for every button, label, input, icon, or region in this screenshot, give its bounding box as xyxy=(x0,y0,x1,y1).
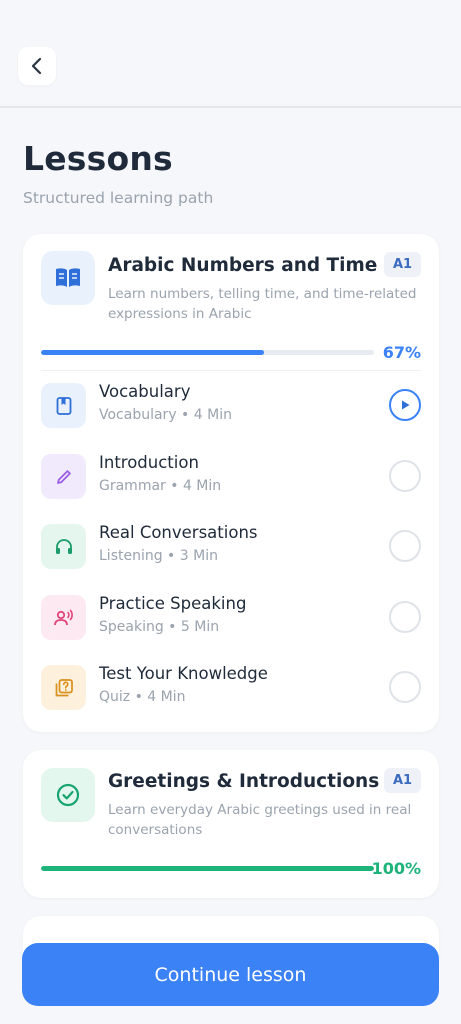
step-title: Real Conversations xyxy=(99,523,258,542)
step-icon-container xyxy=(41,665,86,710)
progress-percent: 67% xyxy=(382,343,421,362)
chevron-left-icon xyxy=(31,57,42,75)
progress-percent: 100% xyxy=(371,859,421,878)
step-icon-container xyxy=(41,454,86,499)
check-circle-icon xyxy=(56,783,80,807)
step-meta: Vocabulary • 4 Min xyxy=(99,407,232,423)
play-button[interactable] xyxy=(389,389,421,421)
speaking-person-icon xyxy=(53,609,73,625)
play-icon xyxy=(402,400,410,410)
progress-bar xyxy=(41,350,374,355)
progress-bar xyxy=(41,866,374,871)
lesson-title: Arabic Numbers and Time xyxy=(108,255,378,276)
lesson-description: Learn numbers, telling time, and time-re… xyxy=(108,286,417,322)
lesson-icon-container xyxy=(41,768,95,822)
step-test-your-knowledge[interactable]: Test Your Knowledge Quiz • 4 Min xyxy=(23,662,439,722)
book-icon xyxy=(56,396,71,415)
page-title: Lessons xyxy=(23,139,173,178)
level-badge: A1 xyxy=(384,252,421,277)
lesson-card-arabic-numbers[interactable]: Arabic Numbers and Time A1 Learn numbers… xyxy=(23,234,439,732)
step-title: Vocabulary xyxy=(99,382,191,401)
step-meta: Quiz • 4 Min xyxy=(99,689,186,705)
top-bar xyxy=(0,0,461,108)
step-introduction[interactable]: Introduction Grammar • 4 Min xyxy=(23,451,439,511)
status-circle[interactable] xyxy=(389,671,421,703)
step-practice-speaking[interactable]: Practice Speaking Speaking • 5 Min xyxy=(23,592,439,652)
level-badge: A1 xyxy=(384,768,421,793)
lesson-icon-container xyxy=(41,251,95,305)
lesson-title: Greetings & Introductions xyxy=(108,771,380,792)
status-circle[interactable] xyxy=(389,460,421,492)
step-title: Practice Speaking xyxy=(99,594,247,613)
step-icon-container xyxy=(41,524,86,569)
pencil-icon xyxy=(56,469,71,484)
divider xyxy=(41,370,421,371)
status-circle[interactable] xyxy=(389,530,421,562)
back-button[interactable] xyxy=(18,47,56,85)
progress-fill xyxy=(41,866,374,871)
lesson-card-greetings[interactable]: Greetings & Introductions A1 Learn every… xyxy=(23,750,439,898)
lesson-description: Learn everyday Arabic greetings used in … xyxy=(108,802,412,838)
quiz-icon xyxy=(55,678,73,696)
step-title: Test Your Knowledge xyxy=(99,664,268,683)
continue-lesson-button[interactable]: Continue lesson xyxy=(22,943,439,1006)
open-book-icon xyxy=(56,268,80,287)
step-meta: Listening • 3 Min xyxy=(99,548,218,564)
step-meta: Grammar • 4 Min xyxy=(99,478,222,494)
step-real-conversations[interactable]: Real Conversations Listening • 3 Min xyxy=(23,521,439,581)
page-subtitle: Structured learning path xyxy=(23,189,214,207)
step-meta: Speaking • 5 Min xyxy=(99,619,220,635)
step-icon-container xyxy=(41,383,86,428)
status-circle[interactable] xyxy=(389,601,421,633)
headphones-icon xyxy=(55,538,72,554)
step-icon-container xyxy=(41,595,86,640)
progress-fill xyxy=(41,350,265,355)
step-vocabulary[interactable]: Vocabulary Vocabulary • 4 Min xyxy=(23,380,439,440)
step-title: Introduction xyxy=(99,453,199,472)
